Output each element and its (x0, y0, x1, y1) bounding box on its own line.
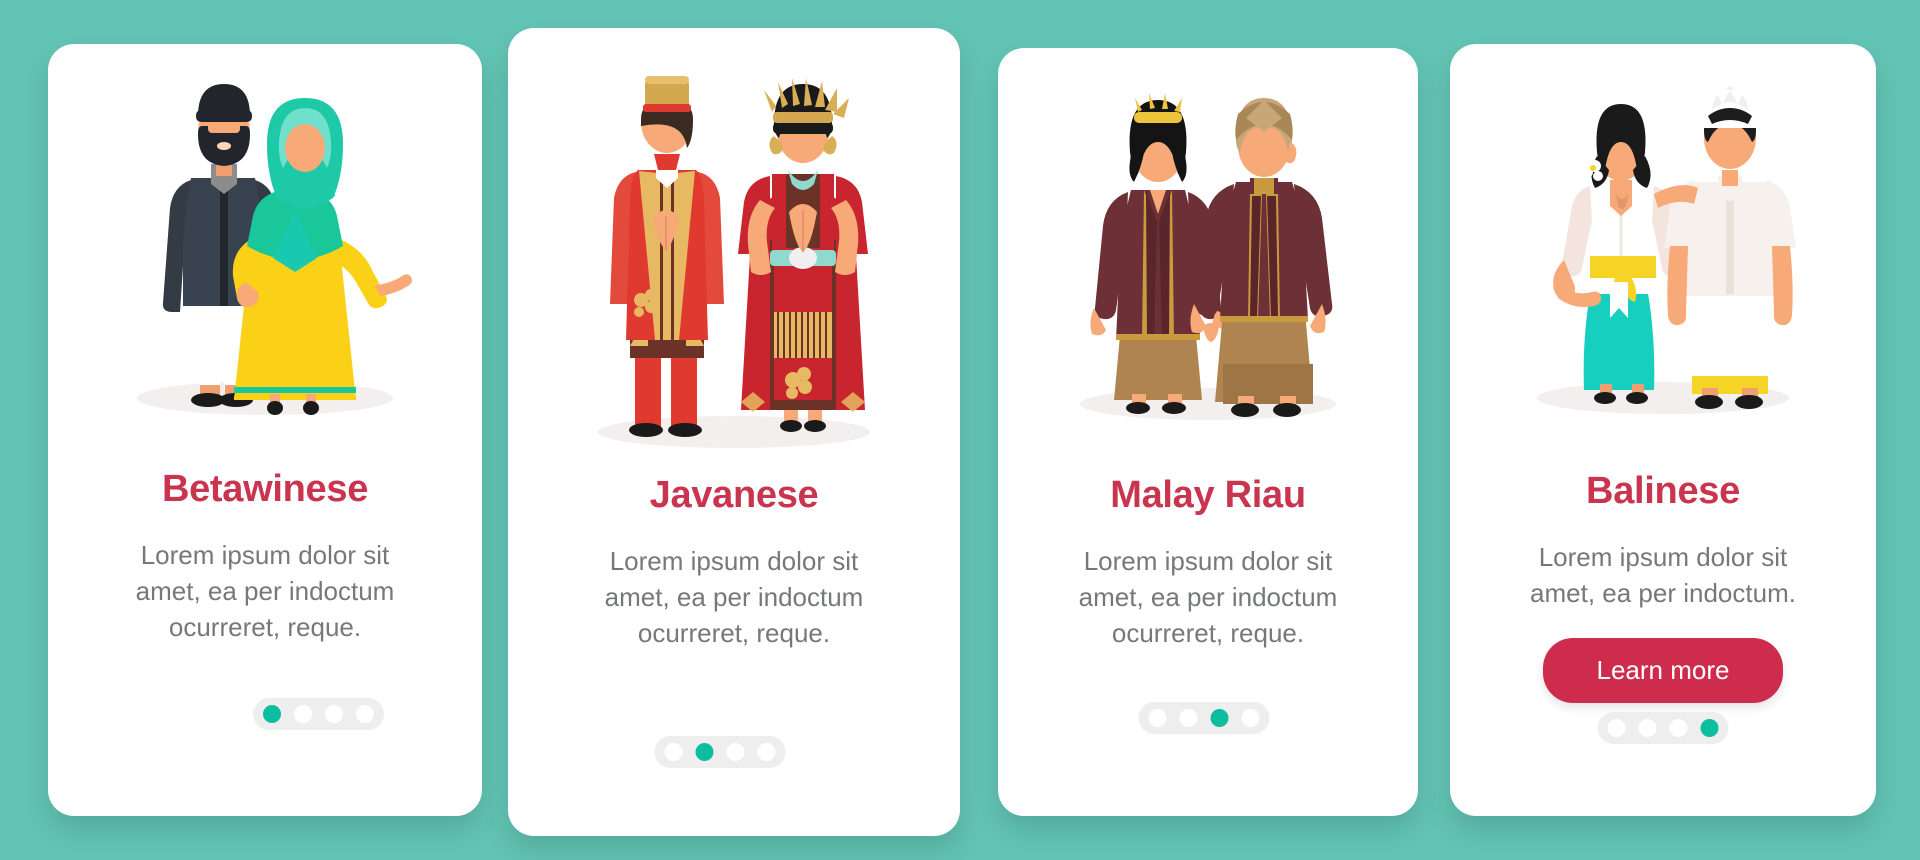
pagination-dot-4[interactable] (757, 743, 776, 761)
pagination-dot-2[interactable] (294, 705, 312, 723)
pagination-dot-3[interactable] (325, 705, 343, 723)
malay-riau-couple-illustration (998, 64, 1418, 464)
betawinese-couple-illustration (48, 60, 482, 460)
pagination-dot-1[interactable] (664, 743, 683, 761)
card-title: Betawinese (161, 468, 369, 510)
pagination-dot-4[interactable] (1700, 719, 1719, 737)
pagination-dot-1[interactable] (1607, 719, 1626, 737)
pagination-dot-2[interactable] (695, 743, 714, 761)
pagination-dot-3[interactable] (1669, 719, 1688, 737)
pagination-dot-3[interactable] (1210, 709, 1229, 727)
pagination-dots[interactable] (253, 698, 384, 730)
learn-more-button[interactable]: Learn more (1542, 637, 1784, 703)
card-title: Javanese (649, 474, 819, 516)
javanese-couple-illustration (508, 50, 960, 470)
pagination-dot-1[interactable] (263, 705, 281, 723)
onboarding-card-betawinese[interactable]: Betawinese Lorem ipsum dolor sit amet, e… (48, 44, 482, 816)
pagination-dots[interactable] (654, 736, 786, 768)
pagination-dot-2[interactable] (1638, 719, 1657, 737)
pagination-dot-2[interactable] (1179, 709, 1198, 727)
onboarding-card-balinese[interactable]: Balinese Lorem ipsum dolor sit amet, ea … (1450, 44, 1876, 816)
pagination-dot-4[interactable] (1241, 709, 1260, 727)
balinese-couple-illustration (1450, 60, 1876, 460)
onboarding-screens-container: Betawinese Lorem ipsum dolor sit amet, e… (0, 0, 1920, 860)
pagination-dots[interactable] (1597, 712, 1729, 744)
card-title: Malay Riau (1110, 474, 1306, 516)
pagination-dots[interactable] (1138, 702, 1270, 734)
pagination-dot-1[interactable] (1148, 709, 1167, 727)
card-description: Lorem ipsum dolor sit amet, ea per indoc… (135, 540, 395, 642)
onboarding-card-malay-riau[interactable]: Malay Riau Lorem ipsum dolor sit amet, e… (998, 48, 1418, 816)
card-description: Lorem ipsum dolor sit amet, ea per indoc… (1530, 542, 1796, 608)
card-description: Lorem ipsum dolor sit amet, ea per indoc… (604, 546, 864, 648)
pagination-dot-3[interactable] (726, 743, 745, 761)
pagination-dot-4[interactable] (356, 705, 374, 723)
onboarding-card-javanese[interactable]: Javanese Lorem ipsum dolor sit amet, ea … (508, 28, 960, 836)
card-title: Balinese (1586, 470, 1740, 512)
card-description: Lorem ipsum dolor sit amet, ea per indoc… (1078, 546, 1338, 648)
